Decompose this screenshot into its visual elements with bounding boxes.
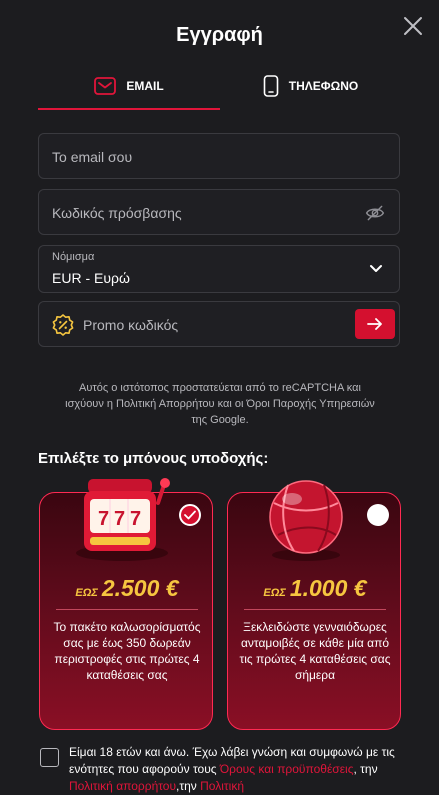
phone-icon — [263, 75, 279, 97]
bonus-card-casino[interactable]: 7 7 7 ΕΩΣ 2.500 € Το πακέτο καλωσορίσματό… — [39, 478, 214, 730]
currency-value: EUR - Ευρώ — [52, 270, 130, 286]
terms-checkbox[interactable] — [40, 748, 59, 767]
bonus-amount-prefix: ΕΩΣ — [263, 587, 286, 599]
bonus-description: Το πακέτο καλωσορίσματός σας με έως 350 … — [53, 620, 201, 682]
privacy-policy-link[interactable]: Πολιτική απορρήτου — [69, 779, 176, 793]
close-button[interactable] — [401, 14, 425, 38]
currency-label: Νόμισμα — [52, 251, 95, 263]
bonus-radio-unselected[interactable] — [367, 504, 389, 526]
tab-phone[interactable]: ΤΗΛΕΦΩΝΟ — [220, 64, 401, 108]
tab-phone-label: ΤΗΛΕΦΩΝΟ — [288, 79, 359, 93]
arrow-right-icon — [367, 318, 382, 330]
terms-text-part: , την — [353, 762, 378, 776]
chevron-down-icon — [370, 265, 382, 272]
recaptcha-notice: Αυτός ο ιστότοπος προστατεύεται από το r… — [65, 382, 375, 426]
email-field[interactable]: Το email σου — [38, 133, 400, 179]
tab-email-label: EMAIL — [126, 79, 164, 93]
currency-select[interactable]: Νόμισμα EUR - Ευρώ — [38, 245, 400, 293]
svg-text:7: 7 — [114, 508, 125, 530]
checkmark-icon — [184, 510, 196, 520]
registration-tabs: EMAIL ΤΗΛΕΦΩΝΟ — [38, 64, 401, 110]
tab-email[interactable]: EMAIL — [38, 64, 220, 110]
bonus-amount-prefix: ΕΩΣ — [75, 587, 98, 599]
promo-field[interactable]: Promo κωδικός — [38, 301, 400, 347]
promo-placeholder: Promo κωδικός — [83, 317, 179, 333]
divider — [56, 609, 198, 610]
svg-text:7: 7 — [130, 508, 141, 530]
bonus-description: Ξεκλειδώστε γενναιόδωρες ανταμοιβές σε κ… — [239, 620, 391, 682]
promo-submit-button[interactable] — [355, 309, 395, 339]
bonus-card-sports[interactable]: ΕΩΣ 1.000 € Ξεκλειδώστε γενναιόδωρες αντα… — [227, 480, 402, 730]
bonus-amount: ΕΩΣ 2.500 € — [40, 575, 214, 602]
mail-icon — [94, 77, 117, 95]
email-placeholder: Το email σου — [52, 149, 133, 165]
terms-text: Είμαι 18 ετών και άνω. Έχω λάβει γνώση κ… — [69, 744, 409, 795]
svg-text:7: 7 — [98, 508, 109, 530]
close-icon — [404, 17, 422, 35]
bonus-radio-selected[interactable] — [179, 504, 201, 526]
bonus-amount: ΕΩΣ 1.000 € — [228, 575, 402, 602]
terms-conditions-link[interactable]: Όρους και προϋποθέσεις — [220, 762, 354, 776]
policy-link[interactable]: Πολιτική — [200, 779, 244, 793]
promo-badge-icon — [52, 314, 74, 336]
page-title: Εγγραφή — [176, 24, 263, 46]
terms-text-part: ,την — [176, 779, 201, 793]
bonus-heading: Επιλέξτε το μπόνους υποδοχής: — [38, 450, 269, 467]
bonus-amount-value: 2.500 € — [101, 575, 179, 601]
password-field[interactable]: Κωδικός πρόσβασης — [38, 189, 400, 235]
bonus-amount-value: 1.000 € — [289, 575, 367, 601]
eye-off-icon[interactable] — [365, 203, 385, 223]
divider — [244, 609, 386, 610]
password-placeholder: Κωδικός πρόσβασης — [52, 205, 182, 221]
